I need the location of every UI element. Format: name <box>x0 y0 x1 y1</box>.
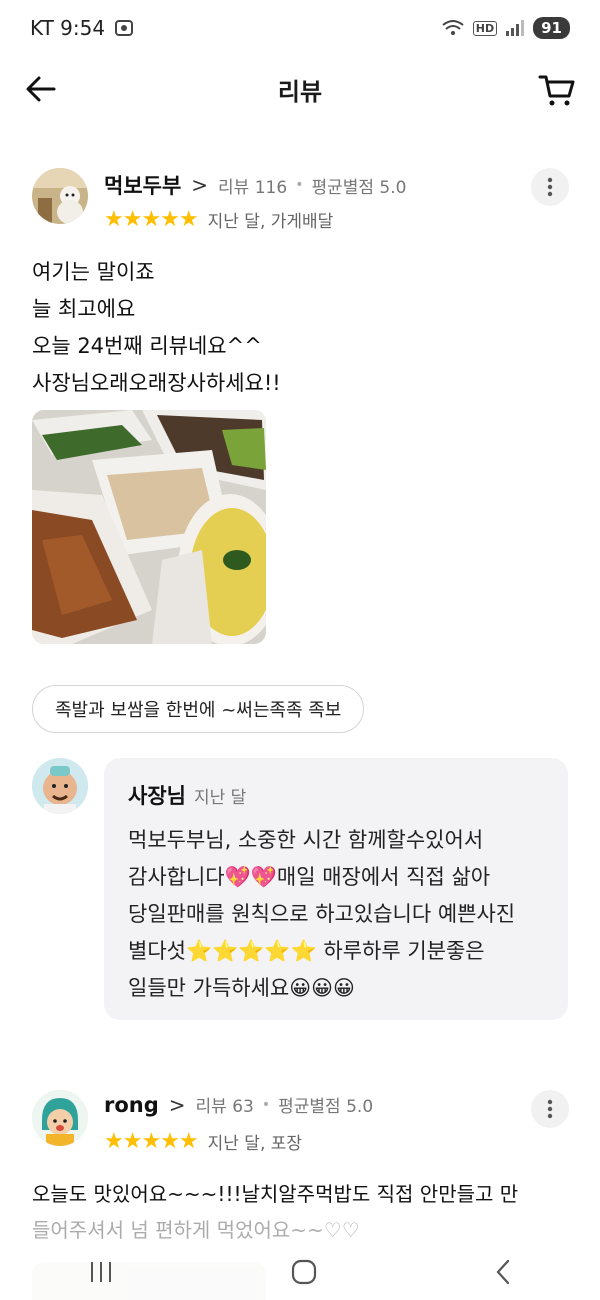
review-text-line: 늘 최고에요 <box>32 297 136 321</box>
more-options-button[interactable] <box>531 1090 569 1128</box>
star-rating: ★★★★★ <box>104 1129 199 1154</box>
reviewer-info: 먹보두부 > 리뷰 116 • 평균별점 5.0 <box>104 170 406 200</box>
reviewer-name[interactable]: rong <box>104 1093 159 1117</box>
rating-line: ★★★★★ 지난 달, 가게배달 <box>104 207 333 232</box>
back-arrow-icon[interactable] <box>24 74 58 104</box>
star-rating: ★★★★★ <box>104 207 199 232</box>
rating-line: ★★★★★ 지난 달, 포장 <box>104 1129 302 1154</box>
owner-reply-time: 지난 달 <box>193 788 247 808</box>
carrier-time: KT 9:54 <box>30 16 106 40</box>
more-options-button[interactable] <box>531 168 569 206</box>
battery-indicator: 91 <box>533 17 570 39</box>
separator-dot: • <box>295 177 304 193</box>
owner-reply-line: 일들만 가득하세요😀😀😀 <box>128 976 355 1000</box>
owner-reply-text: 먹보두부님, 소중한 시간 함께할수있어서 감사합니다💖💖매일 매장에서 직접 … <box>128 822 515 1007</box>
separator-dot: • <box>261 1096 271 1113</box>
more-vertical-icon <box>547 177 553 197</box>
hd-badge: HD <box>472 20 498 36</box>
review-time-type: 지난 달, 포장 <box>207 1134 303 1154</box>
owner-reply-line: 별다섯⭐⭐⭐⭐⭐ 하루하루 기분좋은 <box>128 939 485 963</box>
owner-reply-line: 당일판매를 원칙으로 하고있습니다 예쁜사진 <box>128 902 516 926</box>
status-bar: KT 9:54 HD 91 <box>0 0 600 56</box>
reviewer-avatar[interactable] <box>32 1090 88 1146</box>
home-icon[interactable] <box>290 1258 318 1286</box>
review-text: 여기는 말이죠 늘 최고에요 오늘 24번째 리뷰네요^^ 사장님오래오래장사하… <box>32 254 281 402</box>
system-nav-bar <box>0 1244 600 1300</box>
owner-avatar <box>32 758 88 814</box>
review-time-type: 지난 달, 가게배달 <box>207 212 334 232</box>
review-text-line: 사장님오래오래장사하세요!! <box>32 371 281 395</box>
owner-reply-line: 먹보두부님, 소중한 시간 함께할수있어서 <box>128 828 484 852</box>
signal-icon <box>506 20 525 36</box>
app-header: 리뷰 <box>0 56 600 122</box>
wifi-icon <box>442 20 464 35</box>
screen-record-icon <box>115 20 134 36</box>
menu-tag[interactable]: 족발과 보쌈을 한번에 ~써는족족 족보 <box>32 685 365 733</box>
review-count: 리뷰 63 <box>195 1097 254 1117</box>
owner-reply-line: 감사합니다💖💖매일 매장에서 직접 삶아 <box>128 865 491 889</box>
review-text: 오늘도 맛있어요~~~!!!날치알주먹밥도 직접 안만들고 만 들어주셔서 넘 … <box>32 1176 572 1248</box>
nav-back-icon[interactable] <box>493 1258 513 1286</box>
reviewer-info: rong > 리뷰 63 • 평균별점 5.0 <box>104 1092 374 1118</box>
review-text-line: 들어주셔서 넘 편하게 먹었어요~~♡♡ <box>32 1218 360 1242</box>
owner-reply: 사장님 지난 달 먹보두부님, 소중한 시간 함께할수있어서 감사합니다💖💖매일 … <box>104 758 568 1020</box>
chevron-right-icon[interactable]: > <box>169 1093 186 1117</box>
review-text-line: 여기는 말이죠 <box>32 260 155 284</box>
review-text-line: 오늘 24번째 리뷰네요^^ <box>32 334 262 358</box>
reviewer-name[interactable]: 먹보두부 <box>104 170 181 200</box>
more-vertical-icon <box>547 1099 553 1119</box>
review-photo[interactable] <box>32 410 266 644</box>
owner-reply-header: 사장님 지난 달 <box>128 780 246 810</box>
page-title: 리뷰 <box>277 77 323 106</box>
cart-icon[interactable] <box>538 72 576 108</box>
reviewer-avatar[interactable] <box>32 168 88 224</box>
owner-name: 사장님 <box>128 784 186 808</box>
chevron-right-icon[interactable]: > <box>191 173 208 197</box>
average-rating: 평균별점 5.0 <box>311 177 407 198</box>
review-text-line: 오늘도 맛있어요~~~!!!날치알주먹밥도 직접 안만들고 만 <box>32 1182 519 1206</box>
average-rating: 평균별점 5.0 <box>278 1097 374 1117</box>
review-count: 리뷰 116 <box>218 177 288 198</box>
recent-apps-icon[interactable] <box>87 1260 115 1284</box>
